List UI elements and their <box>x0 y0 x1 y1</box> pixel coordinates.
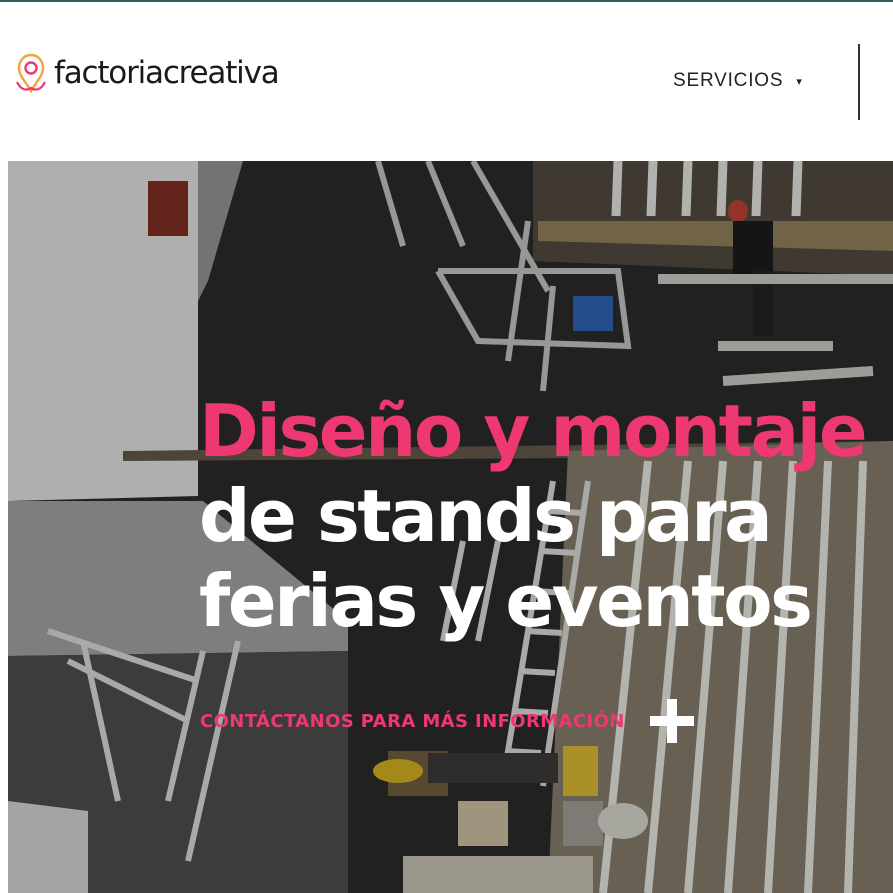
headline-line-2: de stands para <box>199 474 773 558</box>
headline-line-1: Diseño y montaje <box>199 389 868 473</box>
contact-cta[interactable]: CONTÁCTANOS PARA MÁS INFORMACIÓN <box>200 699 694 743</box>
hero-headline: Diseño y montaje de stands para ferias y… <box>199 389 889 644</box>
logo-icon <box>16 53 46 94</box>
plus-icon[interactable] <box>649 699 694 743</box>
nav-servicios[interactable]: SERVICIOS ▾ <box>673 70 802 92</box>
contact-cta-label[interactable]: CONTÁCTANOS PARA MÁS INFORMACIÓN <box>200 711 625 732</box>
nav-servicios-label: SERVICIOS <box>673 70 784 91</box>
caret-down-icon: ▾ <box>796 75 802 88</box>
headline-line-3: ferias y eventos <box>199 559 813 643</box>
site-header: factoriacreativa SERVICIOS ▾ <box>0 2 893 161</box>
logo-link[interactable]: factoriacreativa <box>12 52 280 94</box>
hero-section: Diseño y montaje de stands para ferias y… <box>8 161 893 893</box>
nav-divider <box>858 44 860 120</box>
logo-text: factoriacreativa <box>54 54 280 91</box>
